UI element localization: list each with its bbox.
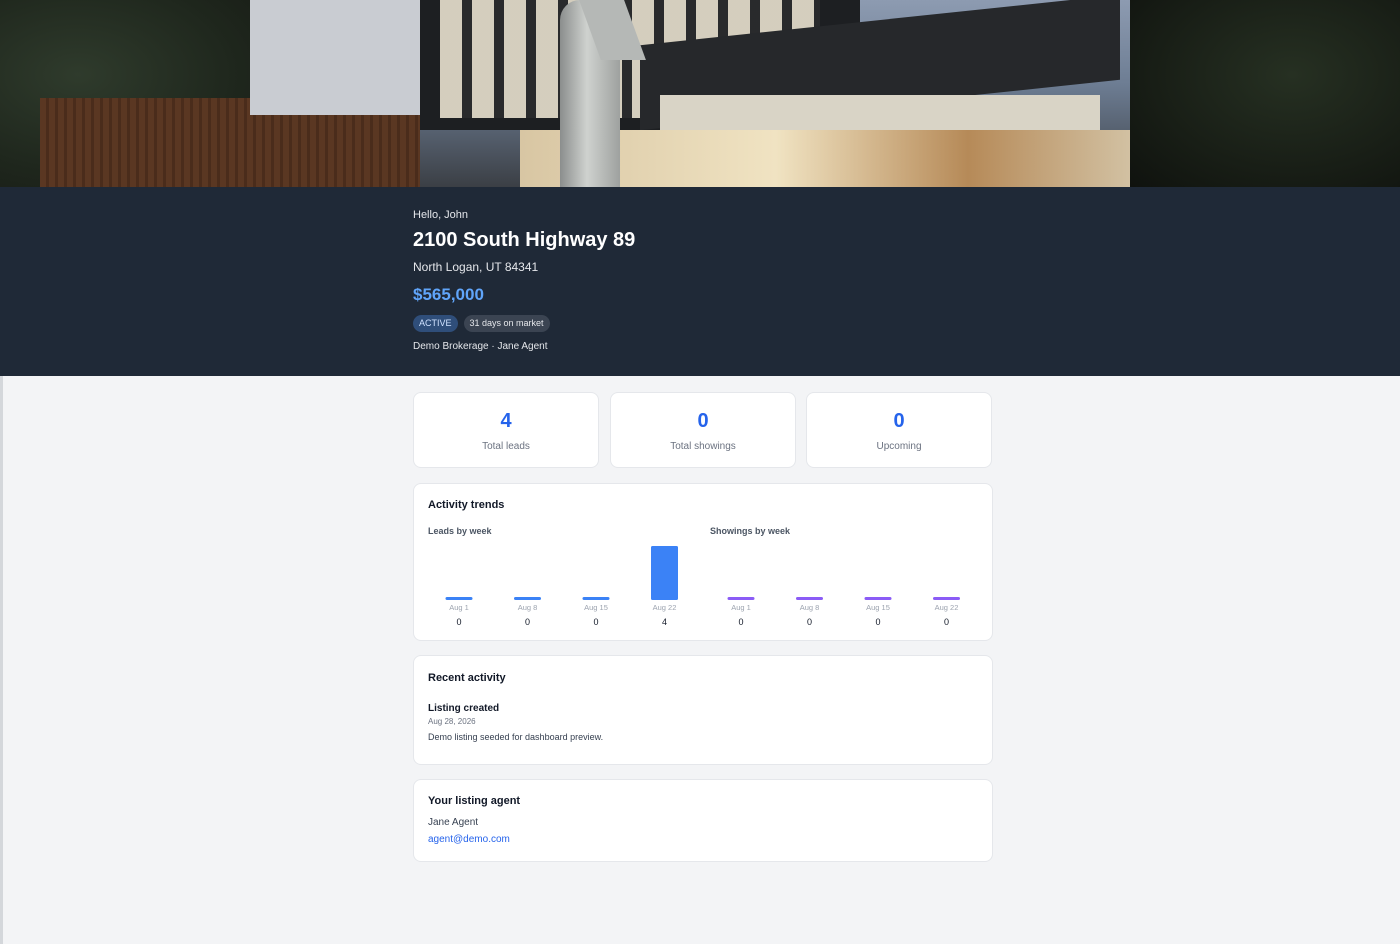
listing-city: North Logan, UT 84341 — [413, 260, 539, 274]
agent-name: Jane Agent — [428, 817, 479, 828]
stat-card-upcoming: 0 Upcoming — [806, 392, 992, 468]
showings-bar-chart: Aug 1 0 Aug 8 0 Aug 15 0 Aug 22 0 — [727, 597, 960, 627]
chart-bar — [933, 597, 960, 600]
leads-chart-title: Leads by week — [428, 526, 492, 536]
chart-value-label: 0 — [593, 617, 598, 627]
activity-description: Demo listing seeded for dashboard previe… — [428, 732, 604, 742]
stat-label: Total leads — [482, 441, 530, 452]
hero-photo — [0, 0, 1400, 187]
listing-address: 2100 South Highway 89 — [413, 229, 636, 251]
activity-title: Listing created — [428, 703, 500, 714]
stat-card-total-showings: 0 Total showings — [610, 392, 796, 468]
chart-value-label: 0 — [807, 617, 812, 627]
chart-tick-label: Aug 22 — [653, 603, 677, 612]
chart-tick-label: Aug 1 — [731, 603, 751, 612]
chart-tick-label: Aug 15 — [584, 603, 608, 612]
chart-value-label: 4 — [662, 617, 667, 627]
recent-activity-card: Recent activity Listing created Aug 28, … — [413, 655, 993, 765]
chart-tick-label: Aug 8 — [518, 603, 538, 612]
chart-value-label: 0 — [875, 617, 880, 627]
stat-value: 4 — [500, 410, 512, 432]
days-on-market-badge: 31 days on market — [463, 315, 550, 332]
card-title: Activity trends — [428, 499, 505, 511]
chart-bar — [864, 597, 892, 600]
leads-bar-chart: Aug 1 0 Aug 8 0 Aug 15 0 Aug 22 4 — [445, 546, 678, 627]
showings-chart-title: Showings by week — [710, 526, 791, 536]
chart-value-label: 0 — [525, 617, 530, 627]
activity-trends-card: Activity trends Leads by week Showings b… — [413, 483, 993, 641]
greeting: Hello, John — [413, 209, 469, 221]
activity-date: Aug 28, 2026 — [428, 717, 476, 726]
stat-label: Total showings — [670, 441, 736, 452]
chart-bar — [727, 597, 755, 600]
chart-bar — [445, 597, 473, 600]
badge-row: ACTIVE 31 days on market — [413, 315, 550, 332]
chart-bar — [796, 597, 823, 600]
listing-agent-card: Your listing agent Jane Agent agent@demo… — [413, 779, 993, 862]
stat-value: 0 — [697, 410, 709, 432]
stat-value: 0 — [893, 410, 905, 432]
chart-tick-label: Aug 22 — [935, 603, 959, 612]
chart-value-label: 0 — [944, 617, 949, 627]
chart-value-label: 0 — [738, 617, 743, 627]
chart-tick-label: Aug 15 — [866, 603, 890, 612]
stat-label: Upcoming — [876, 441, 922, 452]
chart-bar — [514, 597, 541, 600]
agent-email-link[interactable]: agent@demo.com — [428, 834, 510, 845]
chart-tick-label: Aug 1 — [449, 603, 469, 612]
listing-header: Hello, John 2100 South Highway 89 North … — [0, 187, 1400, 376]
stat-card-total-leads: 4 Total leads — [413, 392, 599, 468]
chart-tick-label: Aug 8 — [800, 603, 820, 612]
brokerage-line: Demo Brokerage · Jane Agent — [413, 341, 548, 352]
chart-bar — [651, 546, 678, 600]
chart-bar — [582, 597, 610, 600]
status-badge: ACTIVE — [413, 315, 458, 332]
listing-price: $565,000 — [413, 285, 484, 304]
card-title: Recent activity — [428, 672, 506, 684]
chart-value-label: 0 — [456, 617, 461, 627]
card-title: Your listing agent — [428, 795, 521, 807]
